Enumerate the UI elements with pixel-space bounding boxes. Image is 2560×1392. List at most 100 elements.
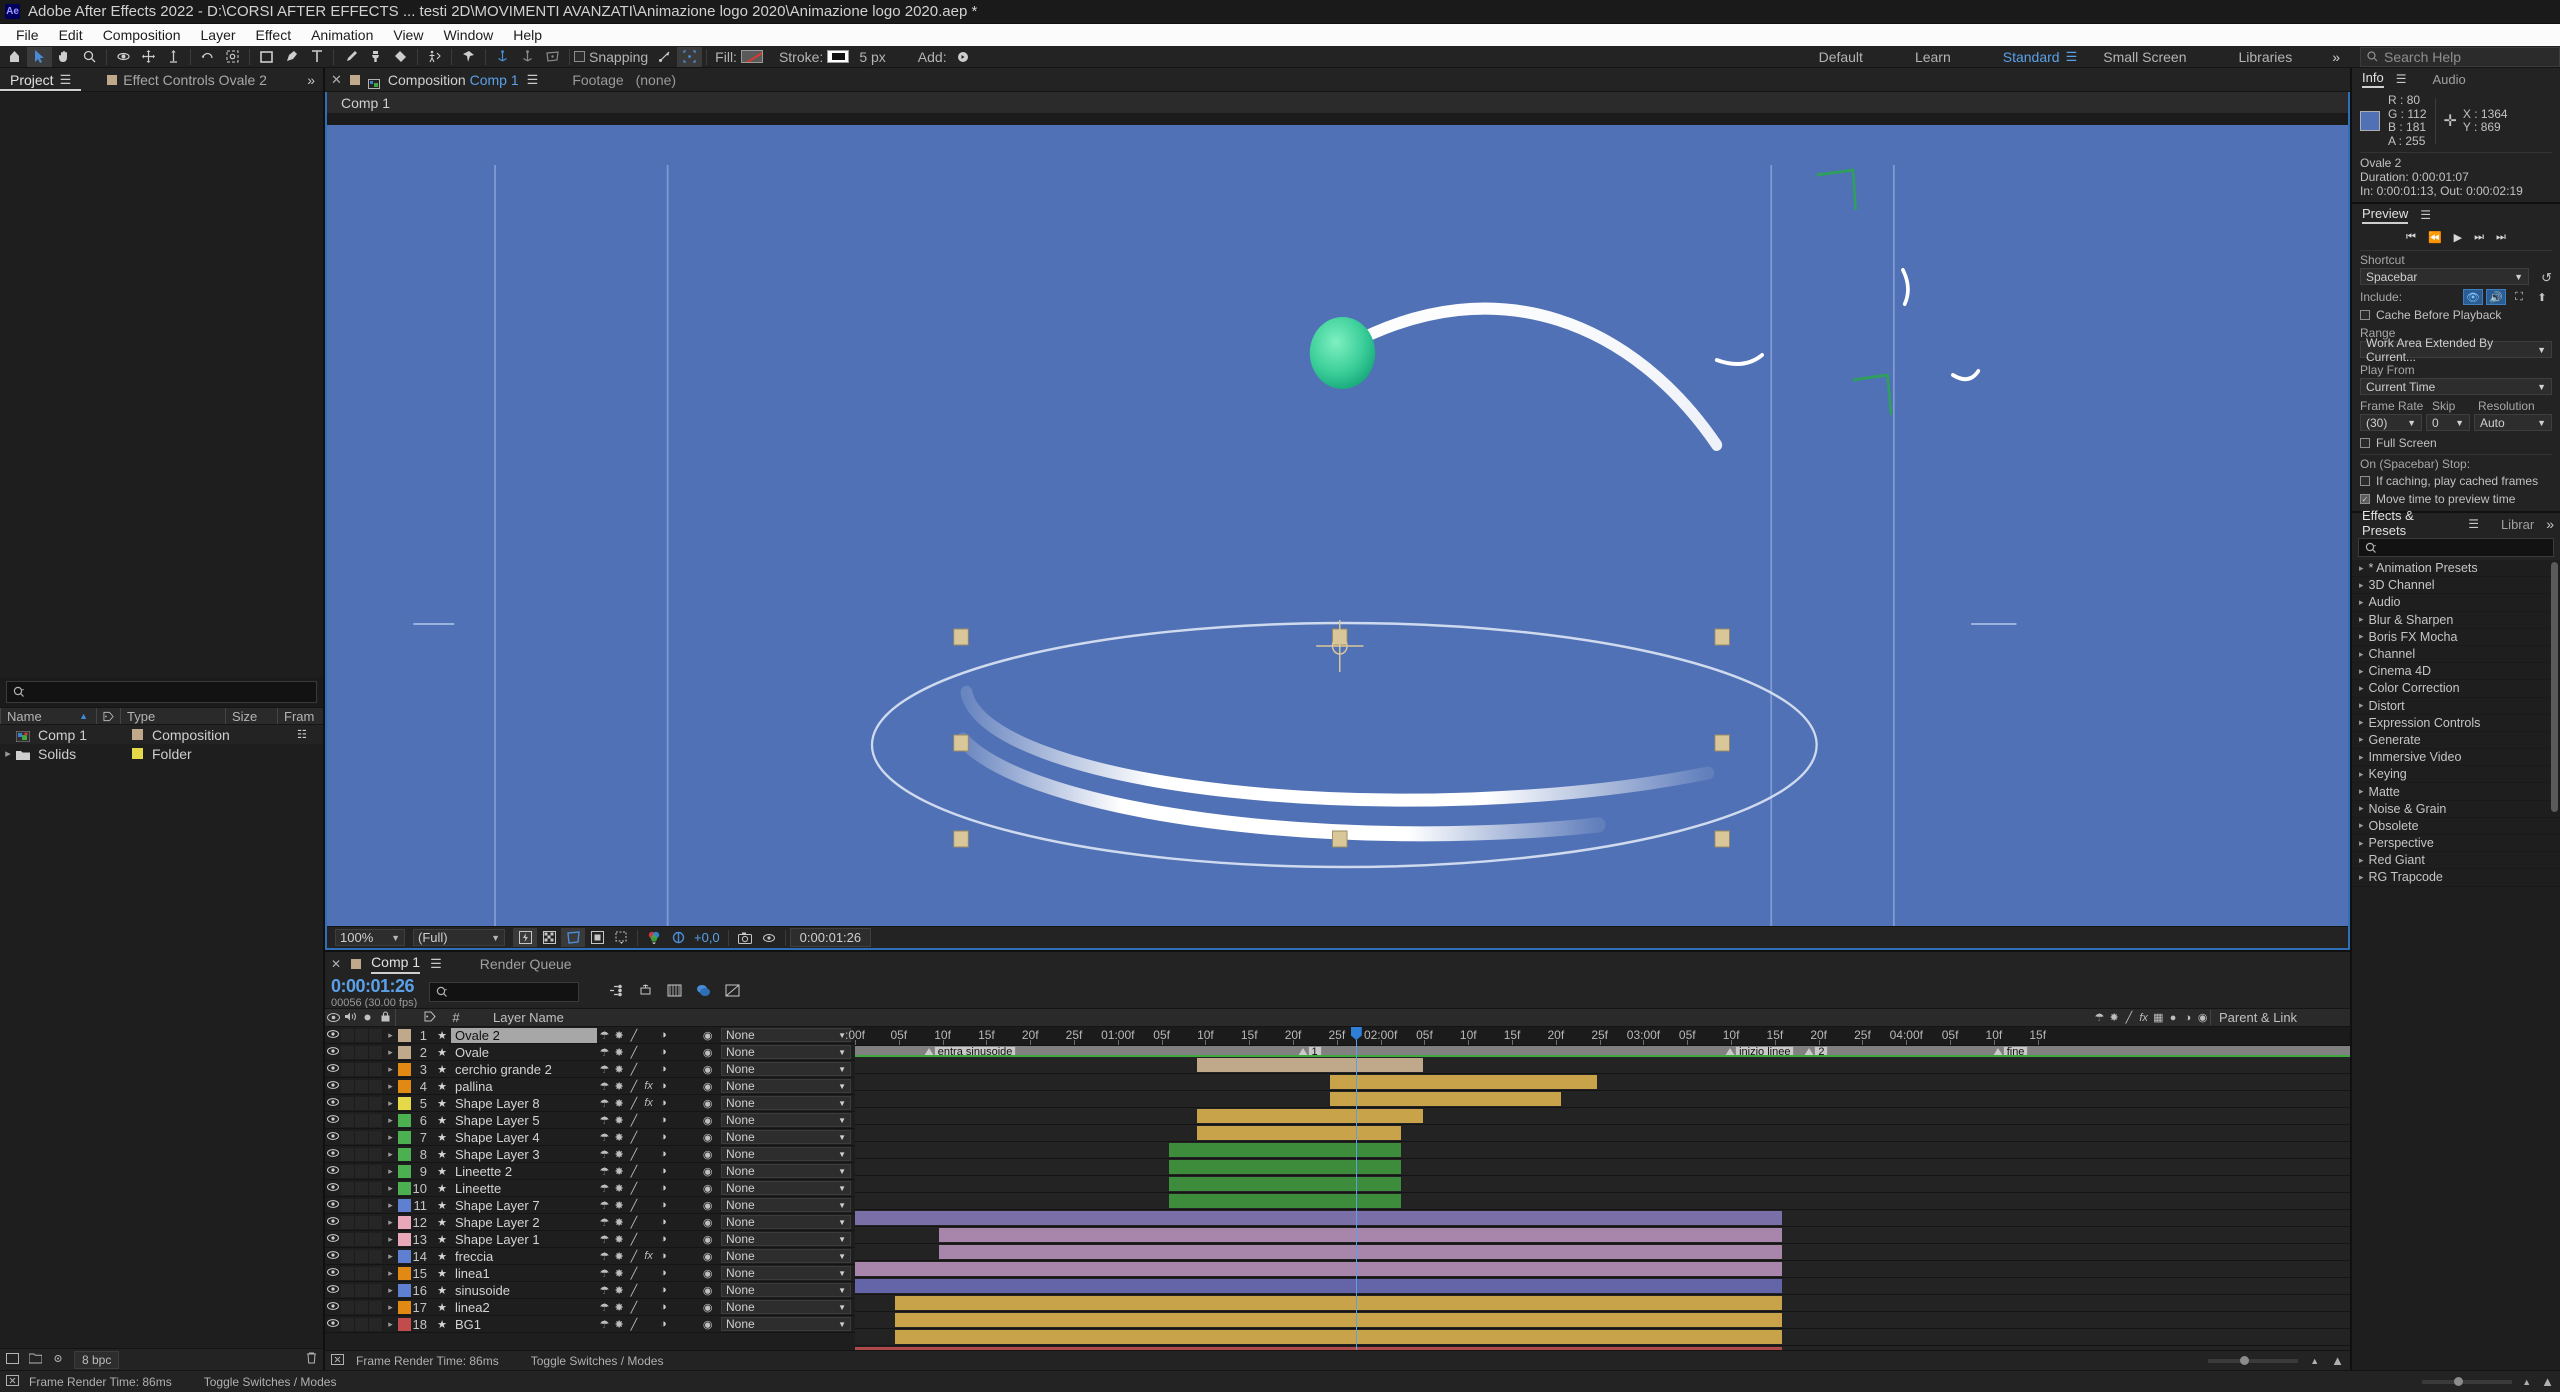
layer-duration-bar[interactable] [895, 1313, 1782, 1327]
layer-track[interactable] [855, 1074, 2350, 1091]
layer-switches[interactable]: ☂ ✸ ╱ ◑ ◉ [597, 1114, 715, 1127]
layer-track[interactable] [855, 1278, 2350, 1295]
motion-blur-icon[interactable] [667, 982, 682, 1002]
include-audio-icon[interactable]: 🔊 [2486, 289, 2506, 305]
effect-category-row[interactable]: ▸ 3D Channel [2352, 577, 2560, 595]
effect-category-row[interactable]: ▸ Color Correction [2352, 680, 2560, 698]
toggle-switches-icon[interactable] [6, 1374, 19, 1389]
if-caching-row[interactable]: If caching, play cached frames [2352, 472, 2560, 490]
layer-solo-toggle[interactable] [355, 1164, 369, 1178]
layer-duration-bar[interactable] [855, 1347, 1782, 1350]
chevron-right-icon[interactable]: ▸ [2359, 820, 2364, 831]
timeline-ruler[interactable]: :00f 05f 10f 15f 20f 25f 01:00f 05f 10f 15f 20f 25f… [845, 1027, 2350, 1046]
layer-duration-bar[interactable] [1330, 1075, 1597, 1089]
menu-window[interactable]: Window [433, 25, 503, 45]
layer-visibility-icon[interactable] [325, 1267, 341, 1279]
layer-lock-toggle[interactable] [369, 1300, 383, 1314]
layer-switches[interactable]: ☂ ✸ ╱ ◑ ◉ [597, 1301, 715, 1314]
layer-duration-bar[interactable] [1168, 1194, 1401, 1208]
add-menu-icon[interactable] [951, 47, 976, 67]
layer-audio-toggle[interactable] [341, 1096, 355, 1110]
layer-solo-toggle[interactable] [355, 1147, 369, 1161]
layer-track[interactable] [855, 1057, 2350, 1074]
layer-audio-toggle[interactable] [341, 1181, 355, 1195]
effect-category-row[interactable]: ▸ * Animation Presets [2352, 560, 2560, 578]
layer-name[interactable]: Shape Layer 8 [451, 1096, 597, 1111]
layer-audio-toggle[interactable] [341, 1045, 355, 1059]
chevron-right-icon[interactable]: ▸ [2359, 803, 2364, 814]
layer-duration-bar[interactable] [1197, 1109, 1424, 1123]
layer-track[interactable] [855, 1125, 2350, 1142]
layer-parent[interactable]: None ▼ [715, 1266, 855, 1280]
show-snapshot-icon[interactable] [757, 928, 781, 947]
exposure-value[interactable]: +0,0 [690, 930, 724, 945]
layer-track[interactable] [855, 1142, 2350, 1159]
layer-lock-toggle[interactable] [369, 1215, 383, 1229]
layer-name[interactable]: sinusoide [451, 1283, 597, 1298]
layer-color-chip[interactable] [398, 1283, 411, 1297]
layer-expand-arrow[interactable]: ▸ [383, 1030, 398, 1041]
layer-duration-bar[interactable] [1168, 1160, 1401, 1174]
layer-visibility-icon[interactable] [325, 1029, 341, 1041]
layer-name[interactable]: freccia [451, 1249, 597, 1264]
layer-lock-toggle[interactable] [369, 1147, 383, 1161]
timeline-search-input[interactable] [429, 982, 580, 1002]
pen-tool-icon[interactable] [279, 47, 304, 67]
resolution-select[interactable]: Auto ▼ [2474, 414, 2552, 431]
layer-visibility-icon[interactable] [325, 1301, 341, 1313]
layer-visibility-icon[interactable] [325, 1148, 341, 1160]
layer-track[interactable] [855, 1312, 2350, 1329]
layer-parent[interactable]: None ▼ [715, 1113, 855, 1127]
layer-expand-arrow[interactable]: ▸ [383, 1064, 398, 1075]
shortcut-select[interactable]: Spacebar ▼ [2360, 268, 2530, 285]
project-settings-icon[interactable] [52, 1353, 64, 1367]
layer-solo-toggle[interactable] [355, 1096, 369, 1110]
breadcrumb-comp1[interactable]: Comp 1 [341, 95, 390, 111]
layer-lock-toggle[interactable] [369, 1113, 383, 1127]
layer-solo-toggle[interactable] [355, 1198, 369, 1212]
layer-color-chip[interactable] [398, 1147, 411, 1161]
new-comp-icon[interactable] [6, 1352, 19, 1367]
layer-audio-toggle[interactable] [341, 1164, 355, 1178]
layer-expand-arrow[interactable]: ▸ [383, 1200, 398, 1211]
cache-before-playback-row[interactable]: Cache Before Playback [2352, 306, 2560, 324]
snap-align-icon[interactable] [652, 47, 677, 67]
layer-audio-toggle[interactable] [341, 1113, 355, 1127]
layer-row[interactable]: ▸ 4 ★ pallina ☂ ✸ ╱ fx ◑ ◉ None ▼ [325, 1078, 855, 1095]
effect-category-row[interactable]: ▸ Audio [2352, 594, 2560, 612]
effect-category-row[interactable]: ▸ Generate [2352, 732, 2560, 750]
menu-help[interactable]: Help [503, 25, 552, 45]
layer-track[interactable] [855, 1295, 2350, 1312]
layer-switches[interactable]: ☂ ✸ ╱ ◑ ◉ [597, 1199, 715, 1212]
layer-expand-arrow[interactable]: ▸ [383, 1285, 398, 1296]
range-select[interactable]: Work Area Extended By Current... ▼ [2360, 336, 2552, 364]
status-toggle-switches-modes[interactable]: Toggle Switches / Modes [204, 1375, 337, 1389]
col-type[interactable]: Type [120, 708, 225, 724]
layer-audio-toggle[interactable] [341, 1249, 355, 1263]
layer-expand-arrow[interactable]: ▸ [383, 1132, 398, 1143]
timeline-zoom-slider[interactable] [2208, 1355, 2299, 1365]
layer-visibility-icon[interactable] [325, 1233, 341, 1245]
layer-lock-toggle[interactable] [369, 1266, 383, 1280]
layer-visibility-icon[interactable] [325, 1114, 341, 1126]
effect-category-row[interactable]: ▸ Channel [2352, 646, 2560, 664]
layer-parent[interactable]: None ▼ [715, 1249, 855, 1263]
layer-audio-toggle[interactable] [341, 1062, 355, 1076]
tab-project[interactable]: Project ☰ [0, 68, 81, 91]
chevron-right-icon[interactable]: ▸ [2359, 752, 2364, 763]
masks-shapes-icon[interactable] [609, 928, 633, 947]
chevron-right-icon[interactable]: ▸ [2359, 855, 2364, 866]
menu-file[interactable]: File [6, 25, 49, 45]
layer-lock-toggle[interactable] [369, 1232, 383, 1246]
orbit-tool-icon[interactable] [111, 47, 136, 67]
chevron-right-icon[interactable]: ▸ [2359, 666, 2364, 677]
project-row-comp1[interactable]: Comp 1 Composition ☷ [0, 725, 323, 744]
layer-color-chip[interactable] [398, 1317, 411, 1331]
full-screen-checkbox[interactable] [2360, 438, 2370, 448]
brush-tool-icon[interactable] [338, 47, 363, 67]
channels-icon[interactable] [642, 928, 666, 947]
layer-color-chip[interactable] [398, 1164, 411, 1178]
transparency-toggle-icon[interactable] [585, 928, 609, 947]
info-panel-menu-icon[interactable]: ☰ [2396, 72, 2407, 86]
layer-solo-toggle[interactable] [355, 1130, 369, 1144]
